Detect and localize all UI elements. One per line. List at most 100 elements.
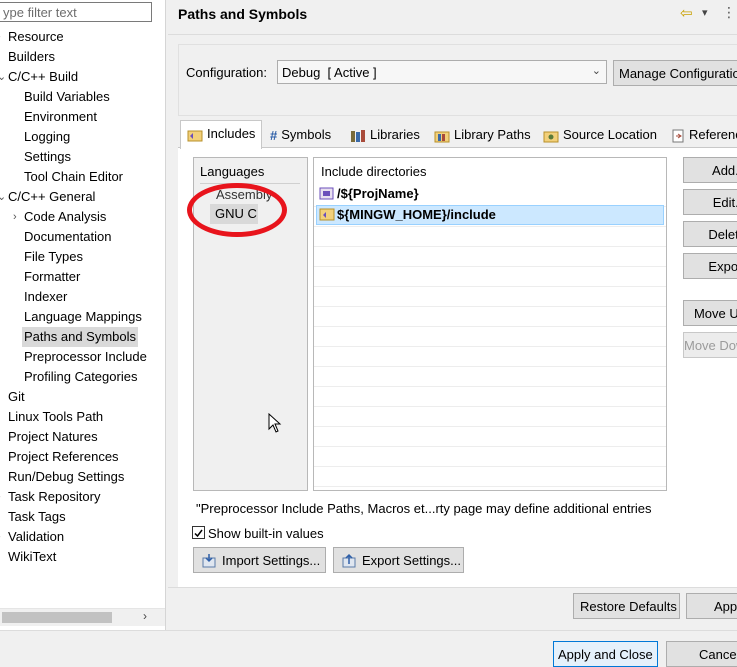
tree-item[interactable]: Project References bbox=[6, 447, 121, 467]
tree-item[interactable]: ⌄C/C++ Build bbox=[0, 67, 80, 87]
header-divider bbox=[168, 34, 737, 35]
add-button[interactable]: Add... bbox=[683, 157, 737, 183]
nav-dropdown-icon[interactable]: ▾ bbox=[702, 6, 708, 19]
tree-item-label: Git bbox=[8, 389, 25, 404]
apply-and-close-button[interactable]: Apply and Close bbox=[553, 641, 658, 667]
tree-item-label: Indexer bbox=[24, 289, 68, 304]
include-dir-item[interactable]: /${ProjName} bbox=[337, 186, 419, 201]
scrollbar-thumb[interactable] bbox=[2, 612, 112, 623]
languages-header: Languages bbox=[200, 164, 265, 179]
tab-label: Source Location bbox=[563, 127, 657, 142]
tree-item[interactable]: Paths and Symbols bbox=[22, 327, 139, 347]
tree-item-label: Tool Chain Editor bbox=[24, 169, 123, 184]
tree-item-label: Validation bbox=[8, 529, 65, 544]
tree-item-label: Environment bbox=[24, 109, 97, 124]
preference-tree: ype filter text ›ResourceBuilders⌄C/C++ … bbox=[0, 0, 166, 630]
tree-item[interactable]: Git bbox=[6, 387, 27, 407]
chevron-right-icon[interactable]: › bbox=[0, 527, 1, 547]
tree-item-label: Formatter bbox=[24, 269, 81, 284]
delete-button[interactable]: Delete bbox=[683, 221, 737, 247]
tree-item[interactable]: Language Mappings bbox=[22, 307, 144, 327]
mouse-cursor-icon bbox=[268, 413, 282, 433]
tree-item[interactable]: ⌄C/C++ General bbox=[0, 187, 97, 207]
tree-item[interactable]: Linux Tools Path bbox=[6, 407, 105, 427]
chevron-down-icon[interactable]: ⌄ bbox=[0, 187, 6, 207]
tree-item-label: Documentation bbox=[24, 229, 112, 244]
cancel-button[interactable]: Cancel bbox=[666, 641, 737, 667]
tree-item[interactable]: Project Natures bbox=[6, 427, 100, 447]
includes-folder-icon bbox=[187, 130, 203, 142]
tab-label: Library Paths bbox=[454, 127, 531, 142]
tree-item[interactable]: › Code Analysis bbox=[13, 207, 108, 227]
tab-includes[interactable]: Includes bbox=[180, 120, 262, 149]
tree-item[interactable]: WikiText bbox=[6, 547, 58, 567]
tab-libraries[interactable]: Libraries bbox=[350, 122, 420, 147]
restore-defaults-button[interactable]: Restore Defaults bbox=[573, 593, 680, 619]
import-settings-button[interactable]: Import Settings... bbox=[193, 547, 326, 573]
tree-item[interactable]: Preprocessor Include bbox=[22, 347, 149, 367]
workspace-folder-icon bbox=[319, 187, 334, 200]
filter-input[interactable]: ype filter text bbox=[0, 2, 152, 22]
tab-symbols[interactable]: # Symbols bbox=[270, 122, 331, 147]
export-label: Export bbox=[708, 259, 737, 274]
tree-item[interactable]: File Types bbox=[22, 247, 85, 267]
import-icon bbox=[202, 554, 216, 568]
apply-and-close-label: Apply and Close bbox=[558, 647, 653, 662]
tree-item[interactable]: Indexer bbox=[22, 287, 69, 307]
tree-item[interactable]: Logging bbox=[22, 127, 72, 147]
scroll-right-arrow-icon[interactable]: › bbox=[143, 609, 147, 623]
add-label: Add... bbox=[712, 163, 737, 178]
configuration-value: Debug [ Active ] bbox=[282, 65, 377, 80]
tree-item[interactable]: Build Variables bbox=[22, 87, 112, 107]
back-arrow-icon[interactable]: ⇦ bbox=[680, 4, 693, 22]
show-builtin-checkbox[interactable] bbox=[192, 526, 205, 539]
tree-item[interactable]: Task Tags bbox=[6, 507, 68, 527]
tree-item-label: Run/Debug Settings bbox=[8, 469, 125, 484]
tree-item[interactable]: › Validation bbox=[0, 527, 66, 547]
tab-source-location[interactable]: Source Location bbox=[543, 122, 657, 147]
tree-item-label: Language Mappings bbox=[24, 309, 142, 324]
row-divider bbox=[314, 306, 666, 307]
row-divider bbox=[314, 366, 666, 367]
tree-item[interactable]: › Resource bbox=[0, 27, 66, 47]
row-divider bbox=[314, 246, 666, 247]
row-divider bbox=[314, 326, 666, 327]
configuration-select[interactable]: Debug [ Active ] ⌄ bbox=[277, 60, 607, 84]
edit-button[interactable]: Edit... bbox=[683, 189, 737, 215]
include-folder-icon bbox=[319, 208, 335, 221]
export-settings-button[interactable]: Export Settings... bbox=[333, 547, 464, 573]
tree-item[interactable]: Run/Debug Settings bbox=[6, 467, 126, 487]
tab-library-paths[interactable]: Library Paths bbox=[434, 122, 531, 147]
tree-item-label: Preprocessor Include bbox=[24, 349, 147, 364]
tab-references[interactable]: References bbox=[671, 122, 737, 147]
chevron-right-icon[interactable]: › bbox=[0, 27, 1, 47]
row-divider bbox=[314, 266, 666, 267]
manage-configurations-button[interactable]: Manage Configurations... bbox=[613, 60, 737, 86]
include-directories-header: Include directories bbox=[321, 164, 427, 179]
tree-item[interactable]: Environment bbox=[22, 107, 99, 127]
tree-item[interactable]: Profiling Categories bbox=[22, 367, 139, 387]
tree-item-label: WikiText bbox=[8, 549, 57, 564]
tree-item[interactable]: Settings bbox=[22, 147, 73, 167]
view-menu-icon[interactable]: ⋮ bbox=[722, 4, 736, 21]
dialog-footer-divider bbox=[0, 630, 737, 631]
tree-item[interactable]: Formatter bbox=[22, 267, 82, 287]
tree-item-label: Task Tags bbox=[8, 509, 66, 524]
include-dir-item[interactable]: ${MINGW_HOME}/include bbox=[337, 207, 496, 222]
move-up-button[interactable]: Move Up bbox=[683, 300, 737, 326]
references-icon bbox=[672, 129, 684, 143]
library-books-icon bbox=[351, 129, 365, 142]
page-title: Paths and Symbols bbox=[178, 6, 308, 22]
tree-item[interactable]: Documentation bbox=[22, 227, 113, 247]
apply-button[interactable]: Apply bbox=[686, 593, 737, 619]
chevron-right-icon[interactable]: › bbox=[13, 207, 17, 227]
chevron-down-icon[interactable]: ⌄ bbox=[0, 67, 6, 87]
tree-item-label: Resource bbox=[8, 29, 64, 44]
export-button[interactable]: Export bbox=[683, 253, 737, 279]
tree-item[interactable]: › Task Repository bbox=[0, 487, 102, 507]
tree-item[interactable]: Tool Chain Editor bbox=[22, 167, 125, 187]
move-down-button[interactable]: Move Down bbox=[683, 332, 737, 358]
info-note: "Preprocessor Include Paths, Macros et..… bbox=[196, 501, 652, 516]
chevron-right-icon[interactable]: › bbox=[0, 487, 1, 507]
tree-item[interactable]: Builders bbox=[6, 47, 57, 67]
